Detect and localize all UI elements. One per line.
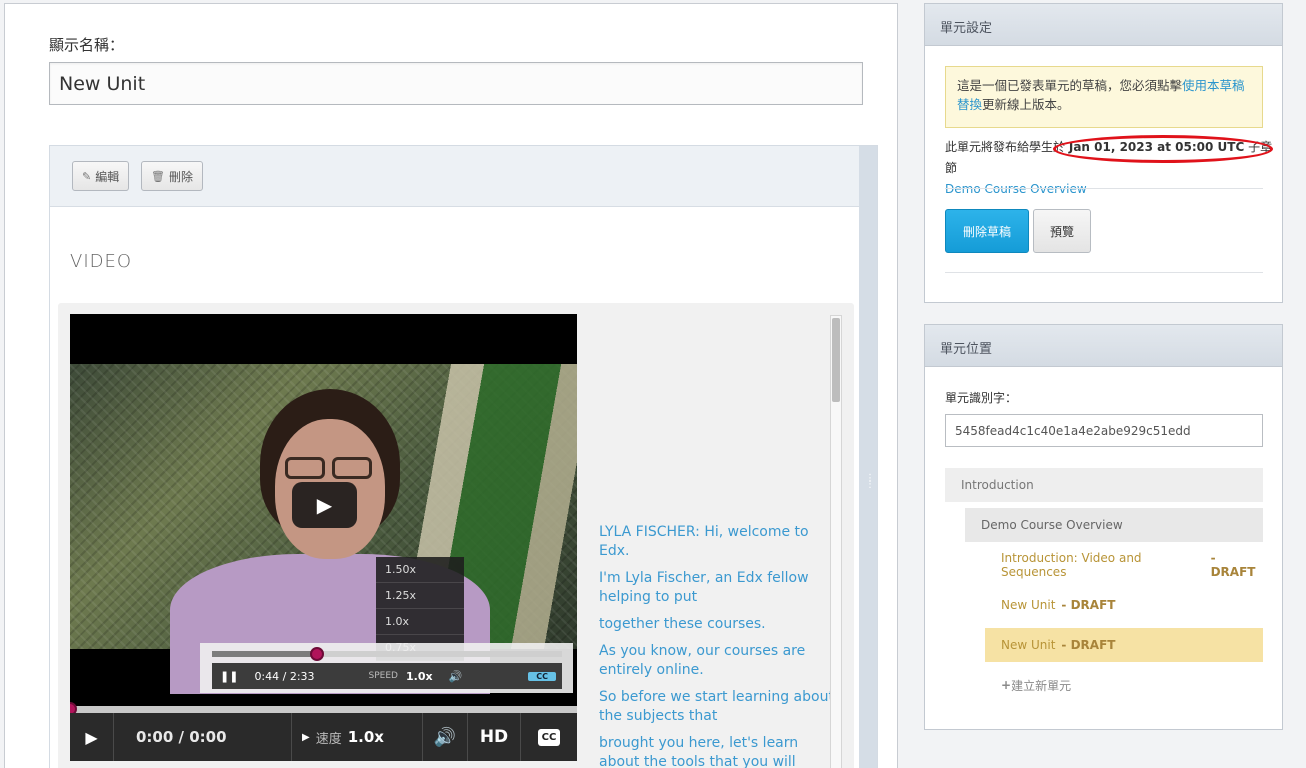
cc-button[interactable]: CC	[521, 713, 577, 761]
new-unit-link[interactable]: + 建立新單元	[985, 668, 1263, 702]
unit-settings-title: 單元設定	[925, 4, 1282, 46]
pencil-icon: ✎	[82, 169, 92, 183]
divider	[945, 272, 1263, 273]
video-player[interactable]: 1.50x 1.25x 1.0x 0.75x ❚❚ 0:44 / 2:33	[70, 314, 577, 761]
plus-icon: +	[1001, 678, 1012, 692]
transcript-scrollbar[interactable]	[830, 315, 842, 768]
component-heading: VIDEO	[70, 251, 133, 272]
annotation-ellipse	[1053, 135, 1273, 163]
unit-location-panel: 單元位置 單元識別字： Introduction Demo Course Ove…	[924, 324, 1283, 730]
subsection-link[interactable]: Demo Course Overview	[945, 182, 1087, 196]
volume-icon: 🔊	[433, 726, 457, 748]
glasses-left	[285, 457, 325, 479]
embedded-progress-bar	[212, 651, 562, 657]
speed-button[interactable]: ▶ 速度 1.0x	[292, 713, 423, 761]
transcript-line[interactable]: brought you here, let's learn about the …	[599, 734, 839, 768]
cc-icon: CC	[537, 728, 561, 746]
tree-unit[interactable]: Introduction: Video and Sequences - DRAF…	[985, 548, 1263, 582]
embedded-speed-value: 1.0x	[406, 669, 433, 683]
release-prefix: 此單元將發布給學生	[945, 140, 1054, 154]
tree-subsection[interactable]: Demo Course Overview	[965, 508, 1263, 542]
play-overlay-icon[interactable]: ▶	[292, 482, 357, 528]
new-unit-label: 建立新單元	[1011, 678, 1072, 693]
delete-label: 刪除	[168, 169, 193, 184]
component-toolbar: ✎ 編輯 🗑 刪除	[50, 146, 861, 207]
embedded-speed-label: SPEED	[368, 671, 398, 681]
preview-button[interactable]: 預覽	[1033, 209, 1091, 253]
tree-section[interactable]: Introduction	[945, 468, 1263, 502]
embedded-time: 0:44 / 2:33	[254, 669, 315, 683]
embedded-speed-option: 1.0x	[376, 609, 464, 635]
transcript-line[interactable]: together these courses.	[599, 615, 839, 634]
display-name-input[interactable]	[49, 62, 863, 105]
edit-button[interactable]: ✎ 編輯	[72, 161, 130, 191]
embedded-pause-icon: ❚❚	[220, 669, 239, 683]
volume-button[interactable]: 🔊	[423, 713, 468, 761]
unit-settings-panel: 單元設定 這是一個已發表單元的草稿，您必須點擊使用本草稿替換更新線上版本。 此單…	[924, 3, 1283, 303]
video-component: ✎ 編輯 🗑 刪除 ⋮ ⋮ VIDEO 1.50x 1.25x 1.0x ❚❚ …	[49, 145, 878, 768]
unit-editor: 顯示名稱： ✎ 編輯 🗑 刪除 ⋮⋮ VIDEO	[4, 3, 898, 768]
notice-suffix: 更新線上版本。	[982, 97, 1070, 112]
trash-icon: 🗑	[151, 169, 165, 183]
drag-grip-icon[interactable]: ⋮ ⋮	[865, 474, 875, 490]
embedded-control-row: ❚❚ 0:44 / 2:33 SPEED 1.0x 🔊 CC	[212, 663, 562, 689]
transcript-scroll-thumb[interactable]	[832, 318, 840, 402]
tree-unit-name: Introduction: Video and Sequences	[1001, 551, 1142, 579]
hd-button[interactable]: HD	[468, 713, 521, 761]
unit-location-title: 單元位置	[925, 325, 1282, 367]
draft-badge: - DRAFT	[1061, 638, 1116, 652]
speed-value: 1.0x	[347, 728, 384, 746]
embedded-volume-icon: 🔊	[448, 669, 463, 683]
caret-right-icon: ▶	[302, 731, 310, 743]
edit-label: 編輯	[95, 169, 120, 184]
embedded-speed-option: 1.25x	[376, 583, 464, 609]
divider	[945, 188, 1263, 189]
tree-unit-active[interactable]: New Unit - DRAFT	[985, 628, 1263, 662]
embedded-progress-knob	[310, 647, 324, 661]
tree-unit-name: New Unit	[1001, 598, 1056, 612]
tree-unit[interactable]: New Unit - DRAFT	[985, 588, 1263, 622]
unit-id-label: 單元識別字：	[945, 391, 1018, 405]
display-name-label: 顯示名稱：	[49, 36, 125, 54]
draft-badge: - DRAFT	[1061, 598, 1116, 612]
play-button[interactable]: ▶	[70, 713, 114, 761]
tree-unit-name: New Unit	[1001, 638, 1056, 652]
transcript-line[interactable]: LYLA FISCHER: Hi, welcome to Edx.	[599, 523, 839, 561]
transcript-line[interactable]: As you know, our courses are entirely on…	[599, 642, 839, 680]
delete-draft-button[interactable]: 刪除草稿	[945, 209, 1029, 253]
glasses-right	[332, 457, 372, 479]
video-progress-bar[interactable]	[70, 706, 577, 713]
time-display: 0:00 / 0:00	[114, 713, 292, 761]
video-module: 1.50x 1.25x 1.0x 0.75x ❚❚ 0:44 / 2:33	[58, 303, 854, 768]
notice-text: 這是一個已發表單元的草稿，您必須點擊	[957, 78, 1183, 93]
transcript-line[interactable]: I'm Lyla Fischer, an Edx fellow helping …	[599, 569, 839, 607]
transcript: LYLA FISCHER: Hi, welcome to Edx. I'm Ly…	[599, 523, 839, 768]
transcript-line[interactable]: So before we start learning about the su…	[599, 688, 839, 726]
draft-notice: 這是一個已發表單元的草稿，您必須點擊使用本草稿替換更新線上版本。	[945, 66, 1263, 128]
speed-label: 速度	[315, 731, 342, 747]
embedded-speed-option: 1.50x	[376, 557, 464, 583]
embedded-progress-fill	[212, 651, 316, 657]
embedded-cc-badge: CC	[528, 671, 556, 681]
delete-button[interactable]: 🗑 刪除	[141, 161, 203, 191]
video-control-bar: ▶ 0:00 / 0:00 ▶ 速度 1.0x 🔊 HD CC	[70, 713, 577, 761]
draft-badge: - DRAFT	[1210, 551, 1256, 579]
embedded-controls: ❚❚ 0:44 / 2:33 SPEED 1.0x 🔊 CC	[200, 643, 573, 693]
unit-id-field[interactable]	[945, 414, 1263, 447]
drag-handle-rail[interactable]: ⋮ ⋮	[859, 146, 877, 768]
play-icon: ▶	[85, 727, 98, 747]
